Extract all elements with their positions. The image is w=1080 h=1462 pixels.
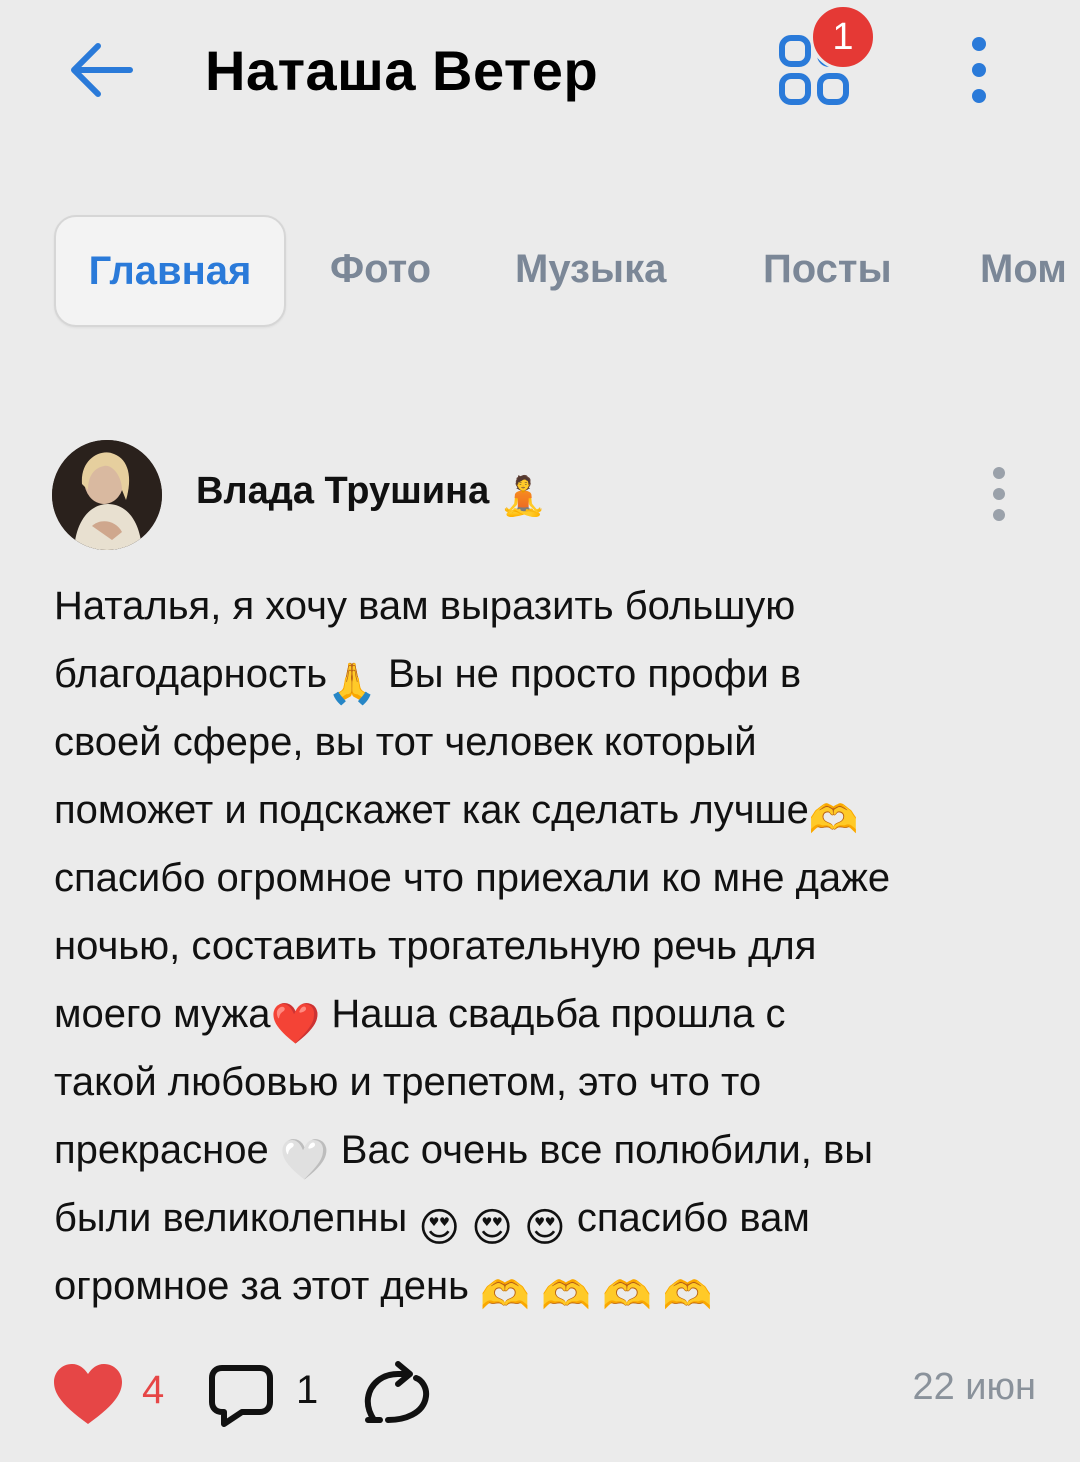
post-line: поможет и подскажет как сделать лучше🫶 (54, 776, 1044, 844)
heart-hands-icon: 🫶 (601, 1274, 652, 1318)
post-actions: 4 1 22 июн (0, 1350, 1080, 1440)
comment-count: 1 (296, 1368, 319, 1412)
post-line: Наталья, я хочу вам выразить большую (54, 584, 796, 628)
post-line: моего мужа❤️ Наша свадьба прошла с (54, 980, 1044, 1048)
heart-hands-icon: 🫶 (541, 1274, 591, 1318)
tab-music[interactable]: Музыка (515, 215, 666, 323)
post-more-icon[interactable] (984, 466, 1014, 526)
post-line: своей сфере, вы тот человек который (54, 720, 757, 764)
post-line: были великолепны 😍 😍 😍 спасибо вам (54, 1184, 1044, 1252)
tab-moments[interactable]: Мом (980, 215, 1067, 323)
share-icon[interactable] (358, 1358, 434, 1430)
comment-icon[interactable] (208, 1362, 274, 1428)
post-date: 22 июн (912, 1366, 1036, 1408)
heart-hands-icon: 🫶 (480, 1274, 530, 1318)
more-vertical-icon[interactable] (962, 36, 996, 104)
page-title: Наташа Ветер (205, 39, 599, 102)
heart-hands-icon: 🫶 (662, 1274, 713, 1318)
tab-posts[interactable]: Посты (763, 215, 892, 323)
post-text: Наталья, я хочу вам выразить большую бла… (54, 572, 1044, 1320)
profile-tabs: Главная Фото Музыка Посты Мом (0, 215, 1080, 327)
meditation-icon: 🧘 (499, 476, 548, 518)
like-count: 4 (142, 1368, 165, 1412)
post-line: спасибо огромное что приехали ко мне даж… (54, 856, 891, 900)
tab-home[interactable]: Главная (54, 215, 286, 327)
arrow-left-icon[interactable] (64, 38, 136, 102)
notification-badge: 1 (810, 4, 876, 70)
post-line: ночью, составить трогательную речь для (54, 924, 817, 968)
post-line: благодарность🙏 Вы не просто профи в (54, 640, 1044, 708)
top-bar: Наташа Ветер 1 (0, 0, 1080, 150)
like-heart-icon[interactable] (52, 1362, 124, 1426)
post-line: огромное за этот день 🫶 🫶 🫶 🫶 (54, 1252, 1044, 1320)
post-author-name[interactable]: Влада Трушина 🧘 (196, 470, 547, 519)
post-line: прекрасное 🤍 Вас очень все полюбили, вы (54, 1116, 1044, 1184)
avatar[interactable] (52, 440, 162, 550)
tab-photos[interactable]: Фото (330, 215, 431, 323)
post-line: такой любовью и трепетом, это что то (54, 1060, 762, 1104)
